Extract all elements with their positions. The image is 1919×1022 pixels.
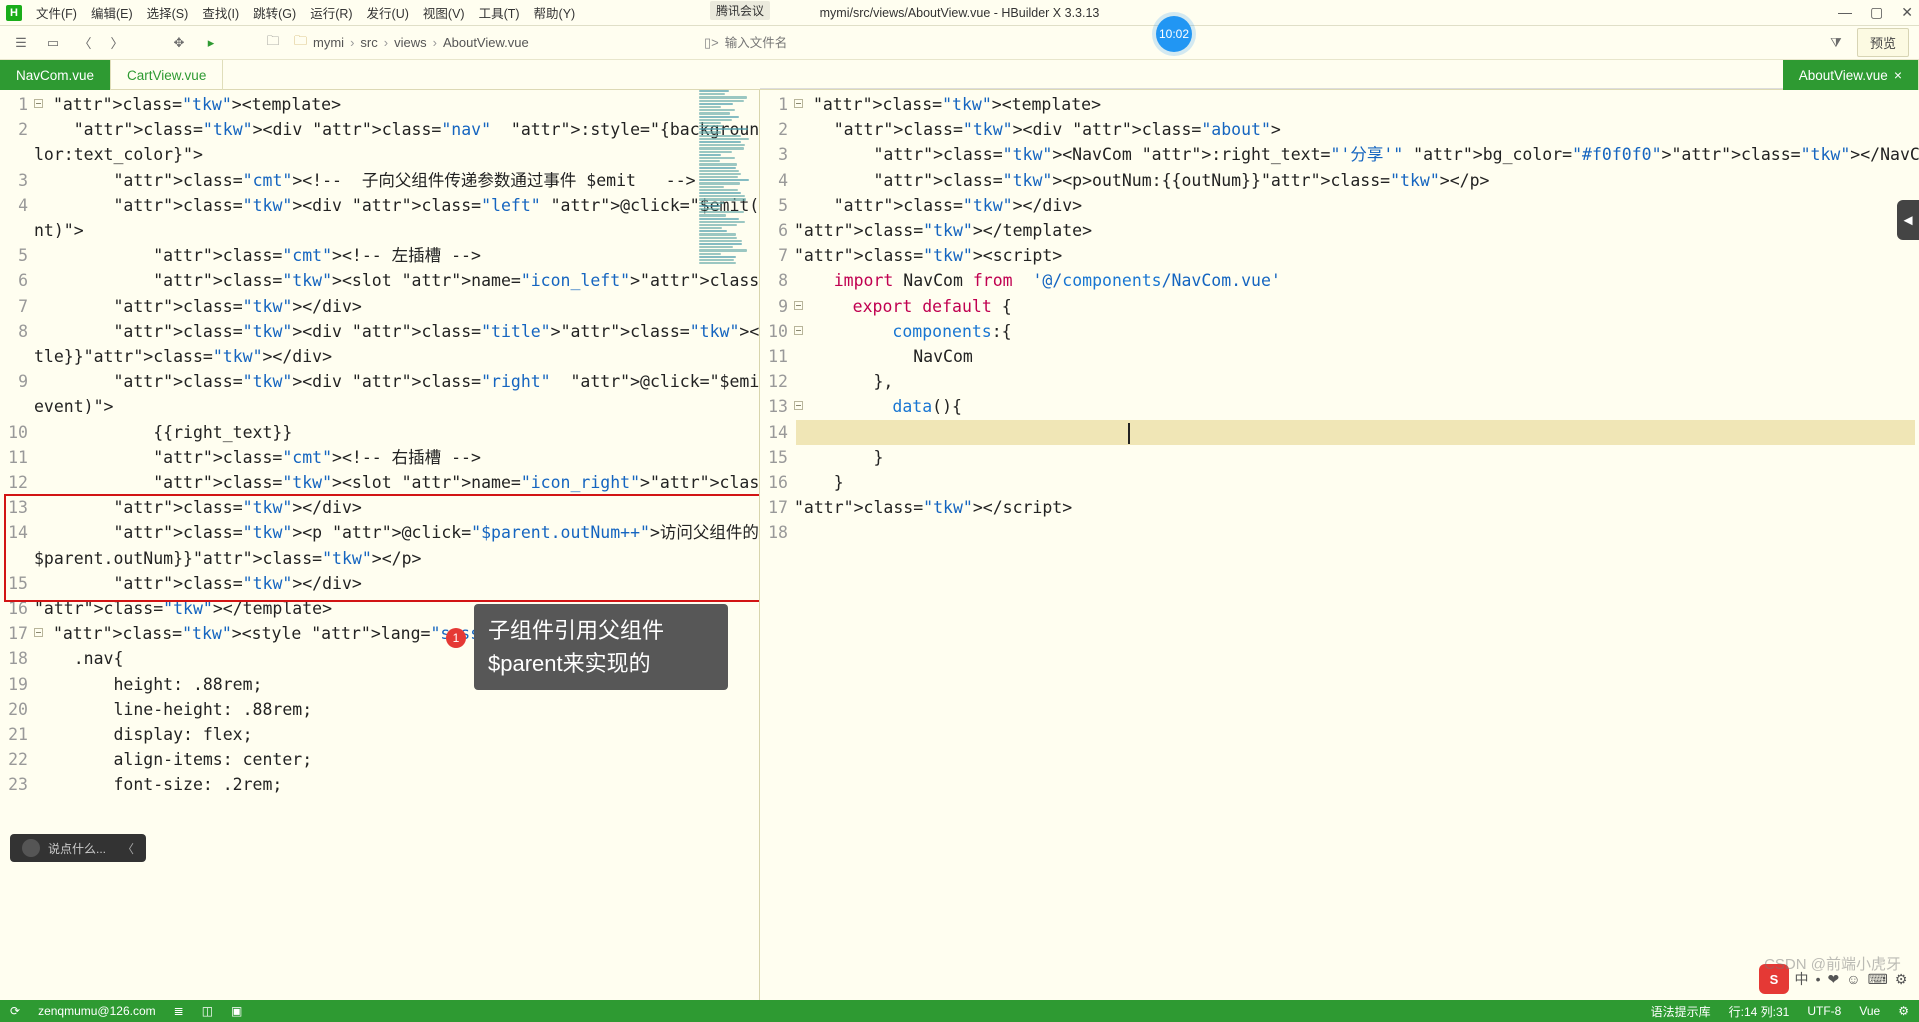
- list-icon[interactable]: ≣: [174, 1004, 184, 1018]
- menu-find[interactable]: 查找(I): [202, 3, 239, 22]
- code-area-left[interactable]: "attr">class="tkw"><template> "attr">cla…: [34, 90, 759, 798]
- window-minimize-icon[interactable]: ―: [1838, 4, 1852, 21]
- status-cursor-pos: 行:14 列:31: [1729, 1003, 1790, 1020]
- menu-run[interactable]: 运行(R): [310, 3, 352, 22]
- crumb-0[interactable]: mymi: [313, 35, 344, 50]
- new-file-icon[interactable]: ▭: [42, 32, 64, 54]
- text-cursor: [1128, 423, 1130, 444]
- tab-label: AboutView.vue: [1799, 68, 1888, 83]
- sync-icon[interactable]: ⟳: [10, 1004, 20, 1018]
- status-hints[interactable]: 语法提示库: [1651, 1003, 1711, 1020]
- menu-file[interactable]: 文件(F): [36, 3, 77, 22]
- terminal-icon[interactable]: ▣: [231, 1004, 242, 1018]
- filter-icon[interactable]: ⧩: [1825, 32, 1847, 54]
- explorer-toggle-icon[interactable]: ☰: [10, 32, 32, 54]
- prompt-icon: ▯>: [704, 35, 719, 51]
- folder-icon[interactable]: 🗀: [262, 32, 284, 54]
- preview-button[interactable]: 预览: [1857, 28, 1909, 57]
- file-search-input[interactable]: [725, 36, 945, 50]
- split-icon[interactable]: ◫: [202, 1004, 213, 1018]
- tab-navcom[interactable]: NavCom.vue: [0, 60, 111, 90]
- editor-pane-left[interactable]: 12 34 5678 9 1011121314 1516171819202122…: [0, 90, 760, 1000]
- line-gutter-right: 123456789101112131415161718: [760, 90, 794, 546]
- chat-placeholder: 说点什么...: [48, 840, 106, 857]
- toolbar: ☰ ▭ 〈 〉 ✥ ▸ 🗀 🗀 mymi› src› views› AboutV…: [0, 26, 1919, 60]
- status-language[interactable]: Vue: [1859, 1004, 1880, 1018]
- crumb-3[interactable]: AboutView.vue: [443, 35, 529, 50]
- window-close-icon[interactable]: ✕: [1901, 4, 1913, 21]
- tab-label: NavCom.vue: [16, 68, 94, 83]
- folder-small-icon[interactable]: 🗀: [294, 32, 307, 54]
- clock-badge: 10:02: [1156, 16, 1192, 52]
- menu-goto[interactable]: 跳转(G): [253, 3, 296, 22]
- window-title-group: mymi/src/views/AboutView.vue - HBuilder …: [820, 0, 1100, 26]
- editor-tabs: NavCom.vue CartView.vue AboutView.vue ×: [0, 60, 1919, 90]
- chat-input-bar[interactable]: 说点什么... 〈: [10, 834, 146, 862]
- tooltip-note: 子组件引用父组件 $parent来实现的: [474, 604, 728, 690]
- status-user[interactable]: zenqmumu@126.com: [38, 1004, 156, 1018]
- crumb-1[interactable]: src: [360, 35, 377, 50]
- chevron-left-icon[interactable]: 〈: [122, 840, 134, 857]
- line-gutter-left: 12 34 5678 9 1011121314 1516171819202122…: [0, 90, 34, 798]
- menu-help[interactable]: 帮助(Y): [534, 3, 576, 22]
- app-logo: H: [6, 5, 22, 21]
- tab-cartview[interactable]: CartView.vue: [111, 60, 223, 90]
- tab-label: CartView.vue: [127, 68, 206, 83]
- tooltip-line2: $parent来实现的: [488, 647, 714, 680]
- menu-tools[interactable]: 工具(T): [479, 3, 520, 22]
- watermark: CSDN @前端小虎牙: [1764, 953, 1901, 974]
- nav-back-icon[interactable]: 〈: [74, 32, 96, 54]
- status-bar: ⟳ zenqmumu@126.com ≣ ◫ ▣ 语法提示库 行:14 列:31…: [0, 1000, 1919, 1022]
- breadcrumb: 🗀 mymi› src› views› AboutView.vue: [294, 32, 529, 54]
- current-line-highlight: [796, 420, 1915, 445]
- menu-publish[interactable]: 发行(U): [367, 3, 409, 22]
- side-panel-handle[interactable]: ◄: [1897, 200, 1919, 240]
- status-encoding[interactable]: UTF-8: [1807, 1004, 1841, 1018]
- tab-aboutview[interactable]: AboutView.vue ×: [1783, 60, 1919, 90]
- editor-pane-right[interactable]: 123456789101112131415161718 "attr">class…: [760, 90, 1919, 1000]
- run-icon[interactable]: ▸: [200, 32, 222, 54]
- menu-view[interactable]: 视图(V): [423, 3, 465, 22]
- smile-icon: [22, 839, 40, 857]
- nav-forward-icon[interactable]: 〉: [106, 32, 128, 54]
- window-maximize-icon[interactable]: ▢: [1870, 4, 1883, 21]
- menu-select[interactable]: 选择(S): [147, 3, 189, 22]
- tab-close-icon[interactable]: ×: [1894, 67, 1902, 83]
- minimap[interactable]: [699, 90, 753, 265]
- meeting-overlay: 腾讯会议: [710, 1, 770, 20]
- code-area-right[interactable]: "attr">class="tkw"><template> "attr">cla…: [794, 90, 1919, 546]
- file-search[interactable]: ▯>: [704, 35, 945, 51]
- tooltip-line1: 子组件引用父组件: [488, 614, 714, 647]
- annotation-badge: 1: [446, 628, 466, 648]
- window-title: mymi/src/views/AboutView.vue - HBuilder …: [820, 6, 1100, 20]
- cursor-target-icon[interactable]: ✥: [168, 32, 190, 54]
- menu-edit[interactable]: 编辑(E): [91, 3, 133, 22]
- gear-icon[interactable]: ⚙: [1898, 1004, 1909, 1018]
- crumb-2[interactable]: views: [394, 35, 427, 50]
